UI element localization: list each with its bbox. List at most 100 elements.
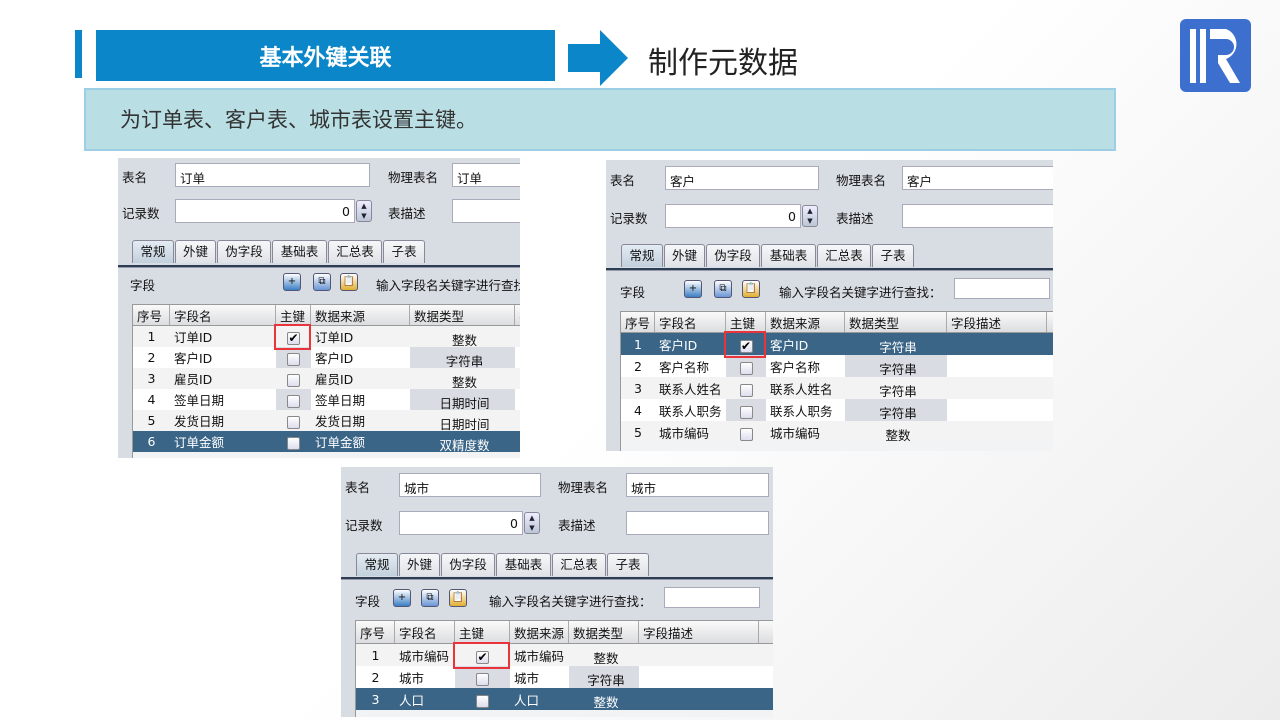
checkbox-unchecked-icon[interactable] (287, 437, 300, 450)
column-header-name[interactable]: 字段名 (395, 621, 455, 643)
cell-pk[interactable] (455, 688, 510, 710)
tab-1[interactable]: 外键 (175, 240, 216, 263)
table-row[interactable]: 1 订单ID ✔ 订单ID 整数 (133, 326, 520, 347)
table-row[interactable]: 1 客户ID ✔ 客户ID 字符串 (621, 333, 1053, 355)
cell-pk[interactable] (276, 410, 311, 431)
record-count-input[interactable]: 0 (665, 204, 801, 228)
column-header-name[interactable]: 字段名 (170, 305, 276, 325)
column-header-type[interactable]: 数据类型 (410, 305, 515, 325)
table-row[interactable]: 2 客户ID 客户ID 字符串 (133, 347, 520, 368)
physical-name-input[interactable]: 城市 (626, 473, 769, 497)
checkbox-unchecked-icon[interactable] (476, 694, 489, 708)
tab-4[interactable]: 汇总表 (328, 240, 382, 263)
cell-pk[interactable] (276, 431, 311, 452)
table-row[interactable]: 4 联系人职务 联系人职务 字符串 (621, 399, 1053, 421)
paste-icon[interactable]: 📋 (742, 280, 760, 298)
cell-pk[interactable] (276, 389, 311, 410)
checkbox-unchecked-icon[interactable] (739, 427, 753, 441)
tab-4[interactable]: 汇总表 (817, 244, 871, 267)
column-header-name[interactable]: 字段名 (655, 312, 726, 332)
add-field-icon[interactable]: + (684, 280, 702, 298)
tab-5[interactable]: 子表 (872, 244, 914, 267)
table-name-input[interactable]: 城市 (399, 473, 541, 497)
column-header-source[interactable]: 数据来源 (311, 305, 410, 325)
table-row[interactable]: 2 城市 城市 字符串 (356, 666, 773, 688)
column-header-no[interactable]: 序号 (621, 312, 655, 332)
checkbox-unchecked-icon[interactable] (476, 672, 489, 686)
cell-pk[interactable] (726, 377, 766, 399)
record-count-input[interactable]: 0 (175, 199, 355, 223)
table-desc-input[interactable] (902, 204, 1053, 228)
column-header-source[interactable]: 数据来源 (510, 621, 569, 643)
cell-pk[interactable] (726, 421, 766, 443)
table-row[interactable]: 6 订单金额 订单金额 双精度数 (133, 431, 520, 452)
column-header-pk[interactable]: 主键 (276, 305, 311, 325)
checkbox-unchecked-icon[interactable] (739, 383, 753, 397)
tab-4[interactable]: 汇总表 (552, 553, 606, 576)
table-row[interactable]: 3 联系人姓名 联系人姓名 字符串 (621, 377, 1053, 399)
checkbox-unchecked-icon[interactable] (739, 361, 753, 375)
checkbox-unchecked-icon[interactable] (287, 374, 300, 387)
paste-icon[interactable]: 📋 (449, 589, 467, 607)
cell-pk[interactable] (726, 399, 766, 421)
cell-desc (947, 377, 1047, 399)
cell-pk[interactable] (276, 368, 311, 389)
table-row[interactable]: 3 雇员ID 雇员ID 整数 (133, 368, 520, 389)
tab-3[interactable]: 基础表 (272, 240, 327, 263)
checkbox-unchecked-icon[interactable] (287, 353, 300, 366)
tab-5[interactable]: 子表 (607, 553, 649, 576)
cell-pk[interactable] (276, 347, 311, 368)
column-header-type[interactable]: 数据类型 (569, 621, 639, 643)
table-row[interactable]: 4 签单日期 签单日期 日期时间 (133, 389, 520, 410)
tab-1[interactable]: 外键 (399, 553, 440, 576)
search-input[interactable] (664, 587, 760, 608)
tab-3[interactable]: 基础表 (761, 244, 816, 267)
column-header-pk[interactable]: 主键 (455, 621, 510, 643)
checkbox-unchecked-icon[interactable] (287, 395, 300, 408)
tab-5[interactable]: 子表 (383, 240, 425, 263)
tab-2[interactable]: 伪字段 (217, 240, 271, 263)
copy-icon[interactable]: ⧉ (421, 589, 439, 607)
table-row[interactable]: 2 客户名称 客户名称 字符串 (621, 355, 1053, 377)
record-count-spinner[interactable]: ▲ ▼ (802, 205, 818, 227)
table-row[interactable]: 5 城市编码 城市编码 整数 (621, 421, 1053, 443)
table-name-input[interactable]: 客户 (665, 166, 819, 190)
checkbox-unchecked-icon[interactable] (739, 405, 753, 419)
cell-pk[interactable] (726, 355, 766, 377)
copy-icon[interactable]: ⧉ (313, 273, 331, 291)
physical-name-input[interactable]: 客户 (902, 166, 1053, 190)
column-header-source[interactable]: 数据来源 (766, 312, 845, 332)
table-row[interactable]: 1 城市编码 ✔ 城市编码 整数 (356, 644, 773, 666)
record-count-spinner[interactable]: ▲ ▼ (356, 200, 372, 222)
table-name-input[interactable]: 订单 (175, 163, 370, 187)
tab-0[interactable]: 常规 (132, 240, 174, 263)
table-row[interactable]: 5 发货日期 发货日期 日期时间 (133, 410, 520, 431)
search-input[interactable] (954, 278, 1050, 299)
tab-1[interactable]: 外键 (664, 244, 705, 267)
column-header-no[interactable]: 序号 (133, 305, 170, 325)
checkbox-unchecked-icon[interactable] (287, 416, 300, 429)
column-header-desc[interactable]: 字段描述 (639, 621, 759, 643)
table-desc-input[interactable] (626, 511, 769, 535)
tab-2[interactable]: 伪字段 (441, 553, 495, 576)
cell-pk[interactable] (455, 666, 510, 688)
tab-0[interactable]: 常规 (356, 553, 398, 576)
copy-icon[interactable]: ⧉ (714, 280, 732, 298)
tab-2[interactable]: 伪字段 (706, 244, 760, 267)
column-header-type[interactable]: 数据类型 (845, 312, 947, 332)
table-row[interactable]: 3 人口 人口 整数 (356, 688, 773, 710)
physical-name-input[interactable]: 订单 (452, 163, 520, 187)
column-header-no[interactable]: 序号 (356, 621, 395, 643)
table-desc-input[interactable] (452, 199, 520, 223)
record-count-input[interactable]: 0 (399, 511, 523, 535)
column-header-desc[interactable]: 字段描述 (947, 312, 1047, 332)
record-count-spinner[interactable]: ▲ ▼ (524, 512, 540, 534)
cell-no: 3 (634, 380, 642, 396)
paste-icon[interactable]: 📋 (340, 273, 358, 291)
tab-3[interactable]: 基础表 (496, 553, 551, 576)
add-field-icon[interactable]: + (283, 273, 301, 291)
add-field-icon[interactable]: + (393, 589, 411, 607)
column-header-desc[interactable]: 字段描述 (515, 305, 520, 325)
tab-0[interactable]: 常规 (621, 244, 663, 267)
column-header-pk[interactable]: 主键 (726, 312, 766, 332)
